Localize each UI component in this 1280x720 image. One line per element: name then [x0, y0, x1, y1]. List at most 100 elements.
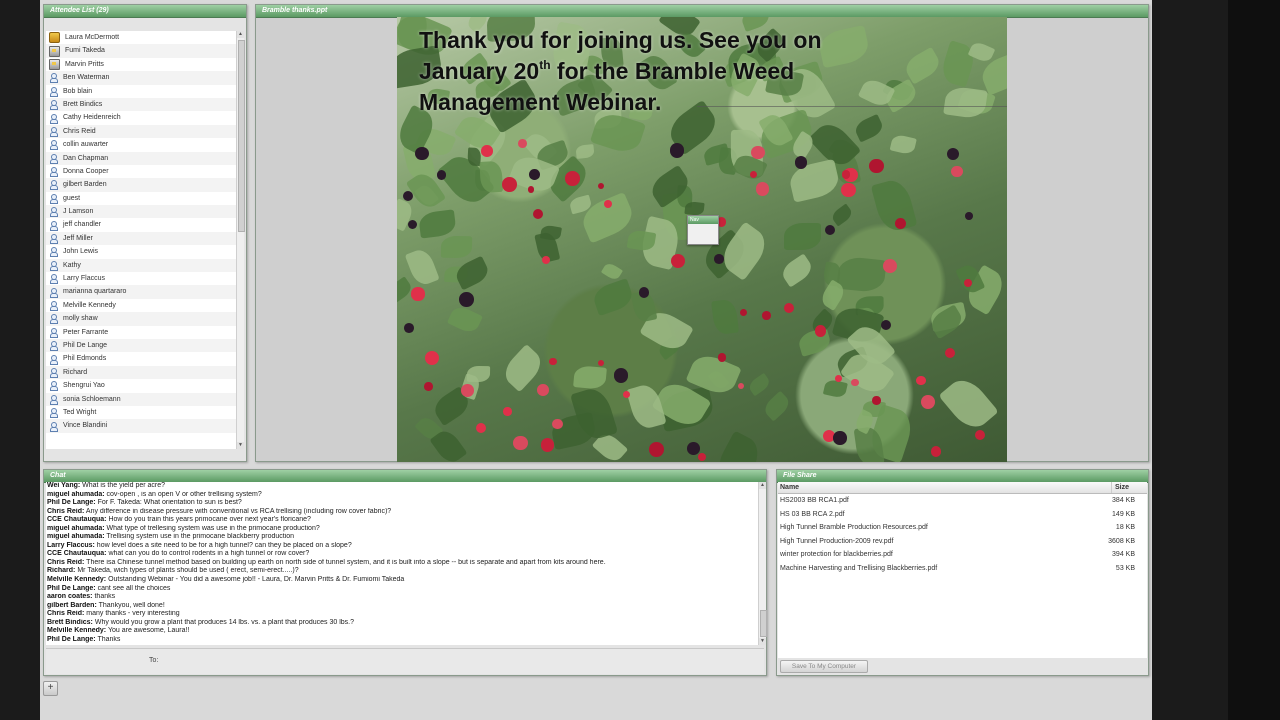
attendee-name: Fumi Takeda: [65, 47, 105, 55]
attendee-row[interactable]: Brett Bindics: [46, 97, 236, 112]
user-icon: [49, 207, 58, 218]
file-row[interactable]: HS2003 BB RCA1.pdf 384 KB: [778, 494, 1147, 508]
file-row[interactable]: winter protection for blackberries.pdf 39…: [778, 548, 1147, 562]
attendee-scrollbar[interactable]: ▲ ▼: [236, 31, 245, 449]
chat-message: Chris Reid: many thanks - very interesti…: [46, 610, 758, 619]
attendee-row[interactable]: Bob blain: [46, 85, 236, 98]
attendee-row[interactable]: Shengrui Yao: [46, 379, 236, 392]
chat-input-bar[interactable]: To:: [46, 648, 764, 674]
presenter-icon: [49, 45, 60, 57]
file-name: High Tunnel Production-2009 rev.pdf: [780, 537, 894, 545]
attendee-row[interactable]: Phil Edmonds: [46, 352, 236, 365]
chat-message: Wei Yang: What is the yield per acre?: [46, 482, 758, 491]
file-name: Machine Harvesting and Trellising Blackb…: [780, 564, 938, 572]
add-pod-button[interactable]: +: [43, 681, 58, 696]
chat-message: Melville Kennedy: Outstanding Webinar - …: [46, 576, 758, 585]
attendee-list[interactable]: Laura McDermott Fumi Takeda Marvin Pritts B…: [46, 31, 236, 449]
user-icon: [49, 220, 58, 231]
attendee-row[interactable]: Kathy: [46, 258, 236, 273]
attendee-row[interactable]: Cathy Heidenreich: [46, 111, 236, 124]
user-icon: [49, 274, 58, 285]
chat-sender: Phil De Lange:: [47, 584, 96, 592]
file-row[interactable]: HS 03 BB RCA 2.pdf 149 KB: [778, 508, 1147, 522]
attendee-row[interactable]: Larry Flaccus: [46, 272, 236, 285]
chat-text: Thanks: [95, 635, 121, 643]
attendee-name: Cathy Heidenreich: [63, 114, 121, 122]
attendee-row[interactable]: Fumi Takeda: [46, 44, 236, 58]
attendee-name: Kathy: [63, 261, 81, 269]
attendee-row[interactable]: Richard: [46, 365, 236, 380]
chat-text: Outstanding Webinar - You did a awesome …: [106, 576, 405, 584]
chat-scrollbar[interactable]: ▲ ▼: [758, 482, 767, 645]
chat-message: Phil De Lange: For F. Takeda: What orien…: [46, 499, 758, 508]
attendee-row[interactable]: John Lewis: [46, 245, 236, 258]
chat-log[interactable]: Wei Yang: What is the yield per acre? mig…: [46, 482, 758, 645]
attendee-row[interactable]: gilbert Barden: [46, 178, 236, 192]
attendee-row[interactable]: Chris Reid: [46, 124, 236, 139]
chat-text: What is the yield per acre?: [80, 482, 166, 489]
slide-navigation-widget[interactable]: Nav: [687, 215, 719, 245]
attendee-row[interactable]: molly shaw: [46, 312, 236, 326]
save-to-computer-button[interactable]: Save To My Computer: [780, 660, 868, 673]
attendee-row[interactable]: Jeff Miller: [46, 231, 236, 246]
user-icon: [49, 126, 58, 137]
user-icon: [49, 314, 58, 325]
column-header-size[interactable]: Size: [1111, 482, 1129, 493]
column-header-name[interactable]: Name: [780, 482, 799, 493]
attendee-name: gilbert Barden: [63, 181, 107, 189]
chat-sender: miguel ahumada:: [47, 490, 105, 498]
attendee-row[interactable]: Phil De Lange: [46, 338, 236, 353]
scroll-thumb[interactable]: [760, 610, 767, 637]
scroll-up-icon[interactable]: ▲: [759, 482, 766, 489]
attendee-name: Marvin Pritts: [65, 60, 104, 68]
file-row[interactable]: High Tunnel Production-2009 rev.pdf 3608 …: [778, 535, 1147, 549]
attendee-row[interactable]: J Lamson: [46, 205, 236, 219]
attendee-name: Brett Bindics: [63, 100, 103, 108]
chat-to-label: To:: [149, 657, 159, 664]
attendee-row[interactable]: guest: [46, 192, 236, 205]
file-share-pod: File Share Name Size HS2003 BB RCA1.pdf 3…: [776, 469, 1149, 676]
share-area: Thank you for joining us. See you on Jan…: [256, 17, 1148, 462]
attendee-row[interactable]: Laura McDermott: [46, 31, 236, 44]
attendee-row[interactable]: Donna Cooper: [46, 165, 236, 178]
attendee-row[interactable]: Peter Farrante: [46, 326, 236, 339]
chat-message: Melville Kennedy: You are awesome, Laura…: [46, 627, 758, 636]
attendee-row[interactable]: sonia Schloemann: [46, 392, 236, 406]
chat-text: Why would you grow a plant that produces…: [92, 618, 355, 626]
host-icon: [49, 32, 60, 44]
chat-text: How do you train this years primocane ov…: [106, 516, 311, 524]
chat-message: Brett Bindics: Why would you grow a plan…: [46, 619, 758, 628]
attendee-name: Phil Edmonds: [63, 355, 107, 363]
user-icon: [49, 100, 58, 111]
slide-line-2: January 20th for the Bramble Weed: [419, 56, 989, 87]
chat-text: what can you do to control rodents in a …: [106, 550, 310, 558]
chat-message: Phil De Lange: Thanks: [46, 636, 758, 645]
chat-text: Any difference in disease pressure with …: [84, 507, 392, 515]
scroll-down-icon[interactable]: ▼: [237, 442, 244, 449]
attendee-row[interactable]: Ben Waterman: [46, 71, 236, 85]
attendee-row[interactable]: marianna quartararo: [46, 285, 236, 299]
slide-line-3: Management Webinar.: [419, 89, 662, 115]
user-icon: [49, 408, 58, 419]
attendee-row[interactable]: jeff chandler: [46, 218, 236, 231]
file-row[interactable]: High Tunnel Bramble Production Resources…: [778, 521, 1147, 535]
scroll-down-icon[interactable]: ▼: [759, 638, 766, 645]
attendee-row[interactable]: Dan Chapman: [46, 151, 236, 165]
presenter-icon: [49, 58, 60, 70]
user-icon: [49, 180, 58, 191]
attendee-row[interactable]: Melville Kennedy: [46, 299, 236, 312]
attendee-row[interactable]: Marvin Pritts: [46, 58, 236, 71]
chat-message: Larry Flaccus: how level does a site nee…: [46, 542, 758, 551]
attendee-row[interactable]: Ted Wright: [46, 406, 236, 419]
user-icon: [49, 341, 58, 352]
attendee-row[interactable]: collin auwarter: [46, 138, 236, 151]
file-size: 18 KB: [1115, 524, 1135, 531]
user-icon: [49, 354, 58, 365]
file-row[interactable]: Machine Harvesting and Trellising Blackb…: [778, 562, 1147, 576]
attendee-row[interactable]: Vince Blandini: [46, 419, 236, 433]
scroll-thumb[interactable]: [238, 40, 245, 232]
chat-sender: CCE Chautauqua:: [47, 550, 107, 558]
scroll-up-icon[interactable]: ▲: [237, 31, 244, 38]
user-icon: [49, 394, 58, 405]
attendee-name: jeff chandler: [63, 221, 102, 229]
